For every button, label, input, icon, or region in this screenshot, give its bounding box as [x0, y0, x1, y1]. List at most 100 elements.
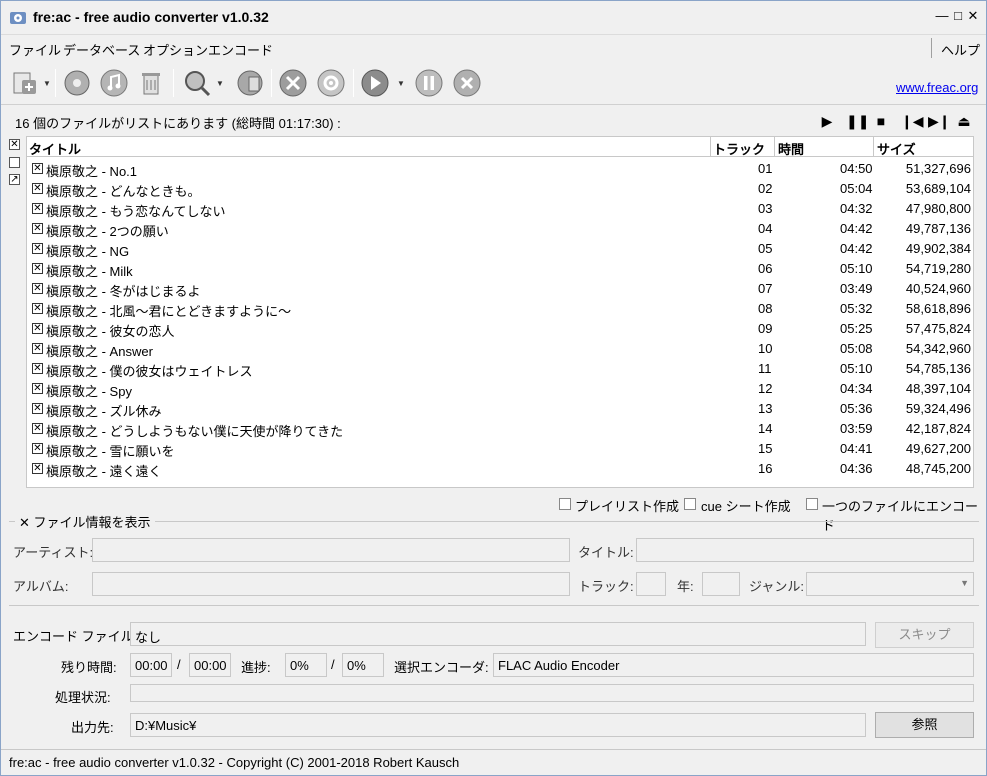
list-item[interactable]: ✕ 槇原敬之 - Answer 10 05:08 54,342,960 [27, 339, 973, 359]
row-checkbox[interactable]: ✕ [32, 283, 43, 294]
playlist-checkbox[interactable] [559, 498, 571, 510]
website-link[interactable]: www.freac.org [896, 80, 978, 95]
row-time: 04:41 [840, 441, 873, 456]
list-item[interactable]: ✕ 槇原敬之 - No.1 01 04:50 51,327,696 [27, 159, 973, 179]
row-size: 47,980,800 [905, 201, 971, 216]
row-checkbox[interactable]: ✕ [32, 463, 43, 474]
list-item[interactable]: ✕ 槇原敬之 - Spy 12 04:34 48,397,104 [27, 379, 973, 399]
column-title[interactable]: タイトル [29, 139, 81, 158]
player-next-icon[interactable]: ▶❙ [928, 112, 951, 130]
row-checkbox[interactable]: ✕ [32, 243, 43, 254]
skip-button[interactable]: スキップ [875, 622, 974, 648]
player-pause-icon[interactable]: ❚❚ [846, 112, 869, 130]
list-item[interactable]: ✕ 槇原敬之 - 2つの願い 04 04:42 49,787,136 [27, 219, 973, 239]
search-dropdown-icon[interactable]: ▼ [216, 79, 224, 88]
row-time: 04:50 [840, 161, 873, 176]
row-checkbox[interactable]: ✕ [32, 363, 43, 374]
list-item[interactable]: ✕ 槇原敬之 - どうしようもない僕に天使が降りてきた 14 03:59 42,187,… [27, 419, 973, 439]
minimize-button[interactable]: — [935, 7, 949, 25]
track-field[interactable] [636, 572, 666, 596]
cddb-button[interactable] [234, 67, 266, 99]
single-file-checkbox[interactable] [806, 498, 818, 510]
cue-sheet-checkbox[interactable] [684, 498, 696, 510]
list-item[interactable]: ✕ 槇原敬之 - 僕の彼女はウェイトレス 11 05:10 54,785,136 [27, 359, 973, 379]
row-checkbox[interactable]: ✕ [32, 323, 43, 334]
list-item[interactable]: ✕ 槇原敬之 - 冬がはじまるよ 07 03:49 40,524,960 [27, 279, 973, 299]
pause-button[interactable] [413, 67, 445, 99]
row-checkbox[interactable]: ✕ [32, 443, 43, 454]
row-title: 槇原敬之 - NG [46, 244, 130, 259]
row-checkbox[interactable]: ✕ [32, 263, 43, 274]
list-item[interactable]: ✕ 槇原敬之 - どんなときも。 02 05:04 53,689,104 [27, 179, 973, 199]
add-files-button[interactable] [9, 67, 41, 99]
music-button[interactable] [98, 67, 130, 99]
list-item[interactable]: ✕ 槇原敬之 - 彼女の恋人 09 05:25 57,475,824 [27, 319, 973, 339]
column-divider[interactable] [873, 137, 874, 157]
list-item[interactable]: ✕ 槇原敬之 - Milk 06 05:10 54,719,280 [27, 259, 973, 279]
stop-button[interactable] [451, 67, 483, 99]
row-checkbox[interactable]: ✕ [32, 223, 43, 234]
list-item[interactable]: ✕ 槇原敬之 - 北風～君にとどきますように～ 08 05:32 58,618,896 [27, 299, 973, 319]
row-track: 12 [758, 381, 773, 396]
menu-file[interactable]: ファイル [9, 40, 61, 59]
menu-database[interactable]: データベース [63, 40, 140, 59]
list-item[interactable]: ✕ 槇原敬之 - NG 05 04:42 49,902,384 [27, 239, 973, 259]
player-stop-icon[interactable]: ■ [873, 112, 889, 130]
title-field[interactable] [636, 538, 974, 562]
player-play-icon[interactable]: ▶ [819, 112, 835, 130]
artist-field[interactable] [92, 538, 570, 562]
encode-button[interactable] [359, 67, 391, 99]
menu-help[interactable]: ヘルプ [941, 40, 980, 59]
row-checkbox[interactable]: ✕ [32, 163, 43, 174]
row-title: 槇原敬之 - 僕の彼女はウェイトレス [46, 364, 253, 379]
row-size: 40,524,960 [905, 281, 971, 296]
close-button[interactable]: ✕ [966, 7, 980, 25]
select-all-checkbox[interactable]: ✕ [9, 139, 20, 150]
column-track[interactable]: トラック [713, 139, 765, 158]
year-field[interactable] [702, 572, 740, 596]
genre-select[interactable]: ▼ [806, 572, 974, 596]
row-checkbox[interactable]: ✕ [32, 343, 43, 354]
cd-icon [64, 70, 90, 96]
search-button[interactable] [181, 67, 213, 99]
list-item[interactable]: ✕ 槇原敬之 - ズル休み 13 05:36 59,324,496 [27, 399, 973, 419]
config-button[interactable] [315, 67, 347, 99]
file-info-toggle[interactable]: ✕ ファイル情報を表示 [15, 512, 155, 531]
row-checkbox[interactable]: ✕ [32, 403, 43, 414]
row-title: 槇原敬之 - 2つの願い [46, 224, 169, 239]
encode-dropdown-icon[interactable]: ▼ [397, 79, 405, 88]
row-title: 槇原敬之 - Spy [46, 384, 132, 399]
row-checkbox[interactable]: ✕ [32, 183, 43, 194]
column-time[interactable]: 時間 [778, 139, 804, 158]
list-item[interactable]: ✕ 槇原敬之 - 遠く遠く 16 04:36 48,745,200 [27, 459, 973, 479]
browse-button[interactable]: 参照 [875, 712, 974, 738]
menu-options[interactable]: オプション [143, 40, 208, 59]
output-folder-field[interactable]: D:¥Music¥ [130, 713, 866, 737]
row-checkbox[interactable]: ✕ [32, 203, 43, 214]
list-item[interactable]: ✕ 槇原敬之 - もう恋なんてしない 03 04:32 47,980,800 [27, 199, 973, 219]
remove-button[interactable] [135, 67, 167, 99]
row-checkbox[interactable]: ✕ [32, 383, 43, 394]
row-track: 04 [758, 221, 773, 236]
list-item[interactable]: ✕ 槇原敬之 - 雪に願いを 15 04:41 49,627,200 [27, 439, 973, 459]
player-previous-icon[interactable]: ❙◀ [901, 112, 924, 130]
add-cd-button[interactable] [61, 67, 93, 99]
file-list[interactable]: タイトル トラック 時間 サイズ ✕ 槇原敬之 - No.1 01 04:50 51,3… [26, 136, 974, 488]
row-title: 槇原敬之 - 彼女の恋人 [46, 324, 175, 339]
select-none-checkbox[interactable] [9, 157, 20, 168]
menu-encode[interactable]: エンコード [208, 40, 273, 59]
add-files-dropdown-icon[interactable]: ▼ [43, 79, 51, 88]
chevron-down-icon[interactable]: ▼ [960, 578, 969, 588]
column-divider[interactable] [774, 137, 775, 157]
player-eject-icon[interactable]: ⏏ [956, 112, 972, 130]
row-checkbox[interactable]: ✕ [32, 303, 43, 314]
column-divider[interactable] [710, 137, 711, 157]
invert-selection-checkbox[interactable]: ↗ [9, 174, 20, 185]
column-size[interactable]: サイズ [877, 139, 916, 158]
file-info-checkbox[interactable]: ✕ [19, 515, 30, 530]
maximize-button[interactable]: □ [951, 7, 965, 25]
settings-tools-button[interactable] [277, 67, 309, 99]
row-checkbox[interactable]: ✕ [32, 423, 43, 434]
main-window: fre:ac - free audio converter v1.0.32 — … [0, 0, 987, 776]
album-field[interactable] [92, 572, 570, 596]
